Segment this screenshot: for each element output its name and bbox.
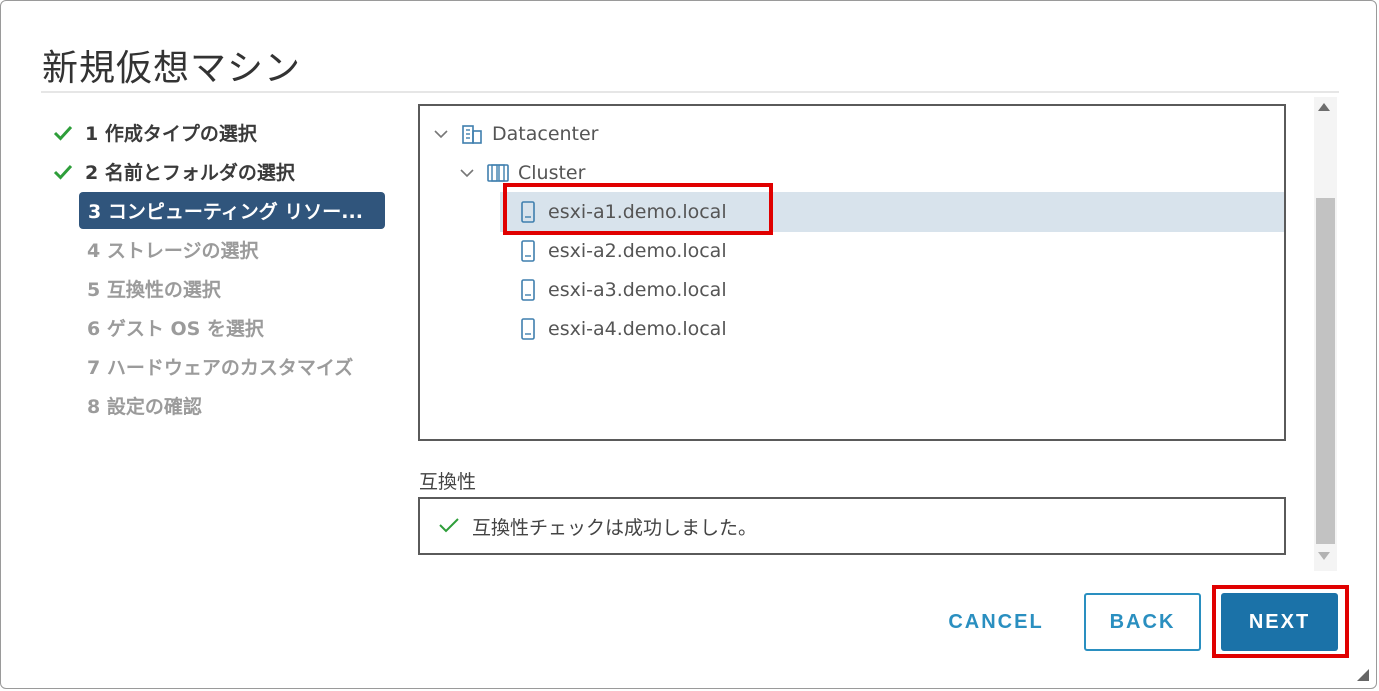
tree-node-datacenter[interactable]: Datacenter <box>432 115 599 153</box>
tree-node-label: esxi-a4.demo.local <box>548 318 727 340</box>
step-8: 8 設定の確認 <box>51 386 391 425</box>
check-icon <box>51 121 75 145</box>
tree-node-label: esxi-a2.demo.local <box>548 240 727 262</box>
title-divider <box>41 91 1339 93</box>
check-icon <box>438 514 462 538</box>
scroll-down-arrow-icon[interactable] <box>1318 552 1330 560</box>
dialog-title: 新規仮想マシン <box>42 48 302 89</box>
resource-tree: Datacenter Cluster esxi-a1.demo.local es… <box>418 104 1286 441</box>
tree-node-label: esxi-a3.demo.local <box>548 279 727 301</box>
step-3-active[interactable]: 3 コンピューティング リソー... <box>79 192 385 229</box>
tree-node-label: Cluster <box>518 162 586 184</box>
compatibility-message: 互換性チェックは成功しました。 <box>472 516 758 539</box>
tree-node-host-4[interactable]: esxi-a4.demo.local <box>516 310 727 348</box>
scroll-up-arrow-icon[interactable] <box>1318 103 1330 111</box>
tree-node-host-3[interactable]: esxi-a3.demo.local <box>516 271 727 309</box>
step-label: 6 ゲスト OS を選択 <box>87 318 264 340</box>
cancel-button[interactable]: CANCEL <box>934 593 1058 651</box>
step-6: 6 ゲスト OS を選択 <box>51 308 391 347</box>
step-label: 5 互換性の選択 <box>87 279 221 301</box>
step-label: 3 コンピューティング リソー... <box>88 201 363 223</box>
resize-grip-icon[interactable] <box>1357 669 1369 681</box>
new-vm-dialog: 新規仮想マシン 1 作成タイプの選択 2 名前とフォルダの選択 3 コンピューテ… <box>0 0 1377 689</box>
datacenter-icon <box>460 122 484 146</box>
tree-node-label: Datacenter <box>492 123 599 145</box>
scrollbar-thumb[interactable] <box>1316 198 1335 544</box>
tree-node-host-2[interactable]: esxi-a2.demo.local <box>516 232 727 270</box>
host-icon <box>516 239 540 263</box>
step-5: 5 互換性の選択 <box>51 269 391 308</box>
wizard-steps: 1 作成タイプの選択 2 名前とフォルダの選択 3 コンピューティング リソー.… <box>51 113 391 425</box>
compatibility-status: 互換性チェックは成功しました。 <box>418 497 1286 555</box>
step-2[interactable]: 2 名前とフォルダの選択 <box>51 152 391 191</box>
step-label: 4 ストレージの選択 <box>87 240 259 262</box>
cluster-icon <box>486 161 510 185</box>
compatibility-label: 互換性 <box>419 471 477 493</box>
step-4: 4 ストレージの選択 <box>51 230 391 269</box>
next-button[interactable]: NEXT <box>1221 593 1338 651</box>
back-button[interactable]: BACK <box>1084 593 1201 651</box>
host-icon <box>516 317 540 341</box>
step-label: 7 ハードウェアのカスタマイズ <box>87 357 354 379</box>
step-label: 2 名前とフォルダの選択 <box>85 162 295 184</box>
check-icon <box>51 160 75 184</box>
chevron-down-icon[interactable] <box>458 164 476 182</box>
step-1[interactable]: 1 作成タイプの選択 <box>51 113 391 152</box>
host-selection-highlight <box>503 183 773 235</box>
step-label: 1 作成タイプの選択 <box>85 123 257 145</box>
host-icon <box>516 278 540 302</box>
step-label: 8 設定の確認 <box>87 396 202 418</box>
step-7: 7 ハードウェアのカスタマイズ <box>51 347 391 386</box>
chevron-down-icon[interactable] <box>432 125 450 143</box>
